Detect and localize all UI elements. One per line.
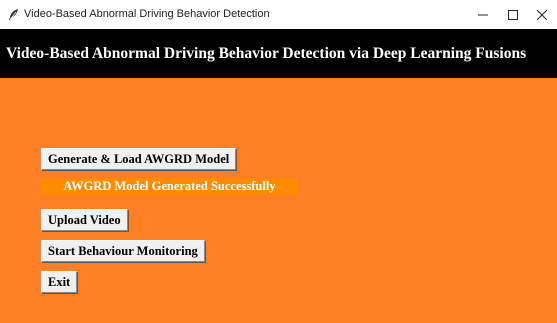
close-button[interactable] — [527, 2, 557, 28]
maximize-icon — [508, 10, 518, 20]
generate-load-model-button[interactable]: Generate & Load AWGRD Model — [41, 148, 237, 170]
upload-video-button[interactable]: Upload Video — [41, 209, 128, 231]
minimize-button[interactable] — [468, 2, 498, 28]
header-band: Video-Based Abnormal Driving Behavior De… — [0, 29, 557, 78]
window-titlebar: Video-Based Abnormal Driving Behavior De… — [0, 0, 557, 29]
feather-icon — [7, 8, 20, 21]
exit-button[interactable]: Exit — [41, 271, 78, 293]
page-title: Video-Based Abnormal Driving Behavior De… — [6, 45, 527, 62]
close-icon — [537, 10, 547, 20]
minimize-icon — [478, 14, 488, 16]
maximize-button[interactable] — [498, 2, 528, 28]
start-monitoring-button[interactable]: Start Behaviour Monitoring — [41, 240, 205, 262]
window-title: Video-Based Abnormal Driving Behavior De… — [24, 8, 270, 20]
main-panel: Generate & Load AWGRD Model AWGRD Model … — [0, 78, 557, 323]
status-label: AWGRD Model Generated Successfully — [41, 178, 298, 195]
